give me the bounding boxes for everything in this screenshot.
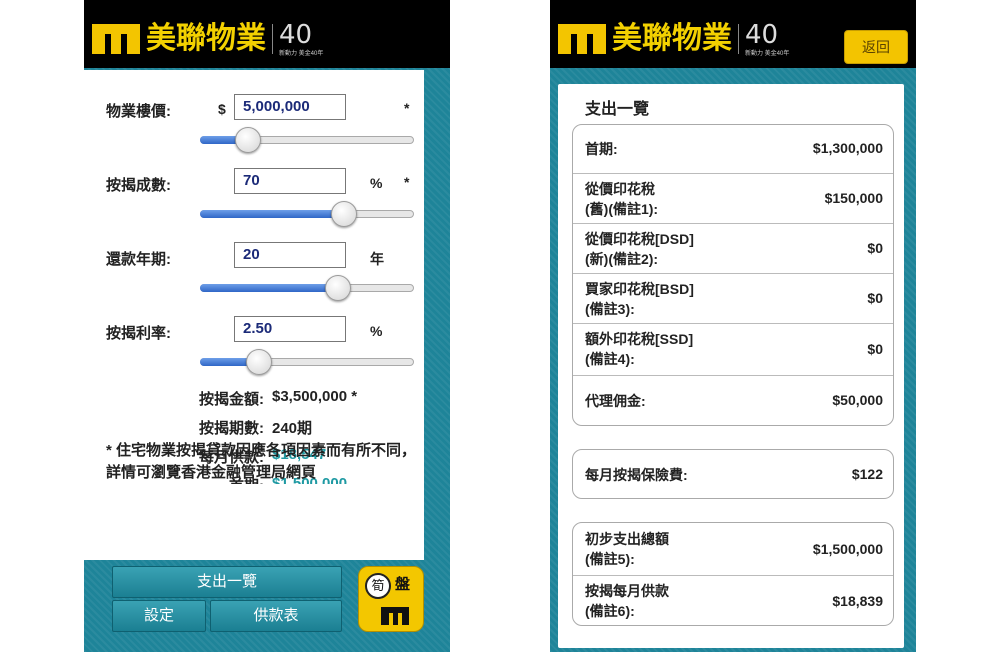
term-slider[interactable]	[200, 275, 414, 301]
list-item: 從價印花稅 (舊)(備註1): $150,000	[573, 173, 893, 224]
costs-group: 首期: $1,300,000 從價印花稅 (舊)(備註1): $150,000 …	[572, 124, 894, 426]
brand-logo: 美聯物業 40 新動力 美金40年	[558, 20, 790, 57]
required-mark: *	[404, 174, 410, 190]
ltv-input[interactable]: 70	[234, 168, 346, 194]
anniversary-subtitle: 新動力 美金40年	[745, 51, 790, 57]
term-input[interactable]: 20	[234, 242, 346, 268]
list-item: 從價印花稅[DSD] (新)(備註2): $0	[573, 223, 893, 274]
item-label: 從價印花稅[DSD]	[585, 231, 694, 247]
app-header: 美聯物業 40 新動力 美金40年	[84, 0, 450, 68]
item-label: 買家印花稅[BSD]	[585, 281, 694, 297]
disclaimer-note: * 住宅物業按揭貸款因應各項因素而有所不同，詳情可瀏覽香港金融管理局網頁	[106, 442, 417, 481]
rate-unit: %	[370, 323, 383, 339]
totals-group: 初步支出總額 (備註5): $1,500,000 按揭每月供款 (備註6): $…	[572, 522, 894, 626]
page-title: 支出一覽	[585, 101, 650, 118]
rate-label: 按揭利率:	[106, 325, 171, 342]
calculator-screen: 美聯物業 40 新動力 美金40年 物業樓價: $ 5,000,000 * 按揭…	[84, 0, 450, 652]
item-value: $1,500,000	[812, 541, 883, 557]
item-label-line2: (新)(備註2):	[585, 251, 659, 267]
schedule-button[interactable]: 供款表	[210, 600, 342, 632]
slider-thumb[interactable]	[235, 127, 262, 153]
item-value: $122	[851, 466, 883, 482]
item-label-line2: (備註6):	[585, 603, 635, 619]
slider-thumb[interactable]	[245, 349, 272, 375]
app-header: 美聯物業 40 新動力 美金40年 返回	[550, 0, 916, 68]
ltv-slider[interactable]	[200, 201, 414, 227]
list-item: 買家印花稅[BSD] (備註3): $0	[573, 273, 893, 324]
brand-logo: 美聯物業 40 新動力 美金40年	[92, 20, 324, 57]
item-label-line2: (舊)(備註1):	[585, 201, 659, 217]
loan-amount-value: $3,500,000 *	[272, 388, 358, 405]
brand-m-icon	[381, 607, 409, 625]
item-label: 每月按揭保險費:	[585, 467, 688, 483]
item-value: $0	[867, 240, 883, 256]
expenses-screen: 美聯物業 40 新動力 美金40年 返回 支出一覽 首期: $1,300,000…	[550, 0, 916, 652]
item-label-line2: (備註3):	[585, 301, 635, 317]
item-value: $18,839	[832, 593, 883, 609]
divider	[272, 24, 273, 54]
item-label: 代理佣金:	[585, 393, 646, 409]
divider	[738, 24, 739, 54]
price-prefix: $	[218, 101, 226, 117]
anniversary-number: 40	[279, 20, 313, 50]
item-label: 初步支出總額	[585, 531, 669, 547]
list-item: 按揭每月供款 (備註6): $18,839	[573, 575, 893, 625]
required-mark: *	[404, 100, 410, 116]
loan-amount-label: 按揭金額:	[199, 391, 264, 408]
price-slider[interactable]	[200, 127, 414, 153]
ltv-unit: %	[370, 175, 383, 191]
anniversary-badge: 40 新動力 美金40年	[745, 20, 790, 57]
anniversary-number: 40	[745, 20, 779, 50]
item-label: 從價印花稅	[585, 181, 655, 197]
slider-thumb[interactable]	[324, 275, 351, 301]
list-item: 初步支出總額 (備註5): $1,500,000	[573, 523, 893, 575]
item-label-line2: (備註4):	[585, 351, 635, 367]
back-button[interactable]: 返回	[844, 30, 908, 64]
item-label: 首期:	[585, 141, 618, 157]
item-label-line2: (備註5):	[585, 551, 635, 567]
list-item: 代理佣金: $50,000	[573, 375, 893, 425]
price-label: 物業樓價:	[106, 103, 171, 120]
price-input[interactable]: 5,000,000	[234, 94, 346, 120]
term-label: 還款年期:	[106, 251, 171, 268]
item-value: $0	[867, 290, 883, 306]
rate-slider[interactable]	[200, 349, 414, 375]
bargain-app-icon[interactable]: 筍 盤	[358, 566, 424, 632]
anniversary-badge: 40 新動力 美金40年	[279, 20, 324, 57]
brand-m-icon	[92, 24, 140, 54]
item-value: $50,000	[832, 392, 883, 408]
rate-input[interactable]: 2.50	[234, 316, 346, 342]
item-label: 按揭每月供款	[585, 583, 669, 599]
anniversary-subtitle: 新動力 美金40年	[279, 51, 324, 57]
item-label: 額外印花稅[SSD]	[585, 331, 694, 347]
expenses-button[interactable]: 支出一覽	[112, 566, 342, 598]
item-value: $150,000	[824, 190, 883, 206]
brand-name: 美聯物業	[146, 22, 266, 55]
term-unit: 年	[370, 251, 384, 267]
brand-name: 美聯物業	[612, 22, 732, 55]
list-item: 額外印花稅[SSD] (備註4): $0	[573, 323, 893, 376]
slider-thumb[interactable]	[331, 201, 358, 227]
item-value: $0	[867, 341, 883, 357]
installments-value: 240期	[272, 420, 313, 437]
settings-button[interactable]: 設定	[112, 600, 206, 632]
list-item: 首期: $1,300,000	[573, 125, 893, 173]
brand-m-icon	[558, 24, 606, 54]
installments-label: 按揭期數:	[199, 420, 264, 437]
item-value: $1,300,000	[812, 140, 883, 156]
list-item: 每月按揭保險費: $122	[573, 450, 893, 498]
ltv-label: 按揭成數:	[106, 177, 171, 194]
plate-char: 盤	[395, 576, 411, 593]
insurance-group: 每月按揭保險費: $122	[572, 449, 894, 499]
bargain-char: 筍	[365, 573, 391, 599]
